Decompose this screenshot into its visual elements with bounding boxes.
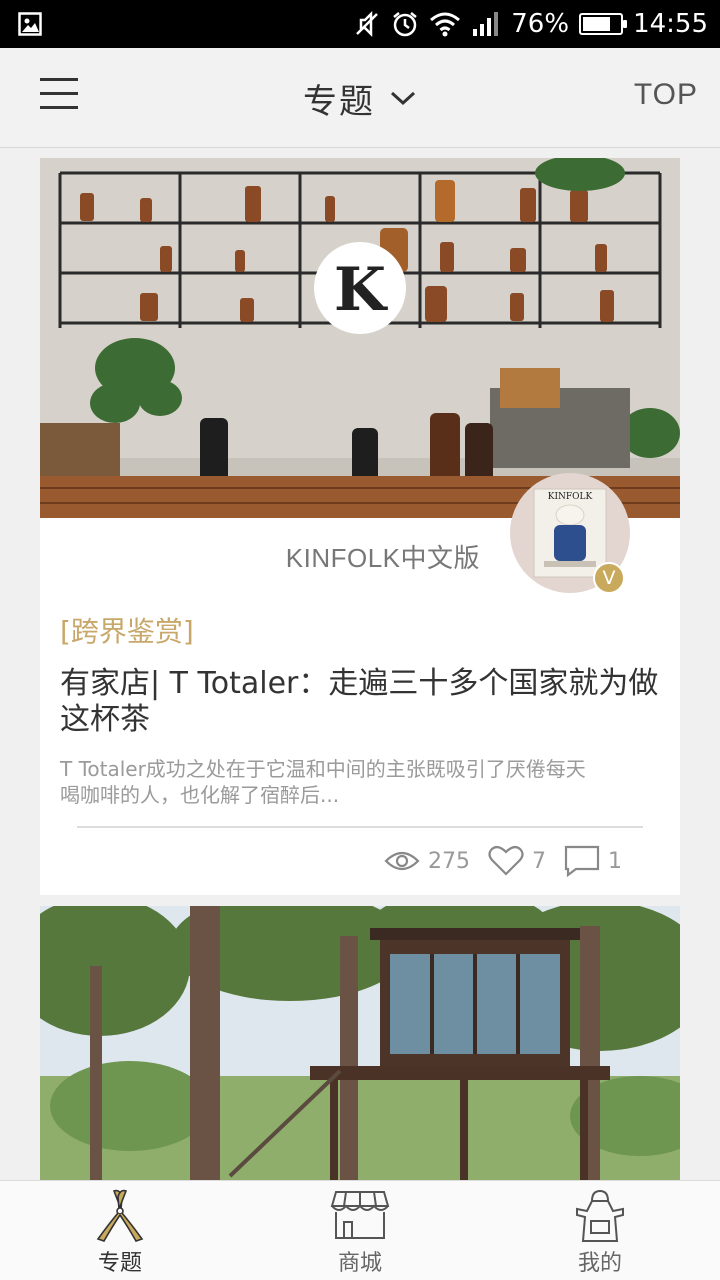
title-dropdown[interactable]: 专题 <box>0 48 720 148</box>
apron-icon[interactable] <box>573 1187 627 1243</box>
heart-icon[interactable] <box>488 845 524 877</box>
status-bar: 76% 14:55 <box>0 0 720 48</box>
article-feed[interactable]: K KINFOLK中文版 KINFOLK V [跨界鉴赏] 有家店| T Tot… <box>0 149 720 1180</box>
nav-item-topics[interactable]: 专题 <box>0 1181 240 1280</box>
status-icons: 76% 14:55 <box>353 0 708 48</box>
avatar-magazine-text: KINFOLK <box>548 492 593 502</box>
comments-count: 1 <box>608 848 622 874</box>
nav-label-topics[interactable]: 专题 <box>98 1245 142 1277</box>
article-card[interactable] <box>40 906 680 1180</box>
app-header: 专题 TOP <box>0 48 720 148</box>
alarm-icon <box>393 12 418 37</box>
gallery-icon <box>18 12 42 36</box>
page-title[interactable]: 专题 <box>303 74 375 123</box>
views-count: 275 <box>428 848 470 874</box>
likes-count: 7 <box>532 848 546 874</box>
comment-icon[interactable] <box>564 845 600 877</box>
chevron-down-icon[interactable] <box>389 88 417 108</box>
wifi-icon <box>430 12 461 37</box>
top-button[interactable]: TOP <box>634 78 698 112</box>
article-stats: 275 7 1 <box>366 844 622 878</box>
category-tag[interactable]: [跨界鉴赏] <box>60 610 194 650</box>
nav-label-shop[interactable]: 商城 <box>338 1245 382 1277</box>
divider <box>77 826 643 828</box>
article-cover-image[interactable]: K <box>40 158 680 518</box>
article-title[interactable]: 有家店| T Totaler：走遍三十多个国家就为做这杯茶 <box>60 666 665 738</box>
mute-icon <box>356 10 379 38</box>
nav-label-mine[interactable]: 我的 <box>578 1245 622 1277</box>
article-card[interactable]: K KINFOLK中文版 KINFOLK V [跨界鉴赏] 有家店| T Tot… <box>40 158 680 895</box>
views-stat: 275 <box>384 849 470 874</box>
battery-level <box>583 17 611 31</box>
nav-item-shop[interactable]: 商城 <box>240 1181 480 1280</box>
bottom-nav: 专题 商城 我的 <box>0 1180 720 1280</box>
battery-icon <box>579 13 628 35</box>
likes-stat[interactable]: 7 <box>488 845 546 877</box>
eye-icon <box>384 851 420 871</box>
comments-stat[interactable]: 1 <box>564 845 622 877</box>
author-name[interactable]: KINFOLK中文版 <box>286 538 480 575</box>
article-cover-image[interactable] <box>40 906 680 1180</box>
cover-logo-letter: K <box>334 255 388 325</box>
signal-icon <box>473 12 499 36</box>
verified-badge: V <box>593 562 625 594</box>
nav-item-mine[interactable]: 我的 <box>480 1181 720 1280</box>
pruning-shears-icon[interactable] <box>94 1187 146 1243</box>
article-summary: T Totaler成功之处在于它温和中间的主张既吸引了厌倦每天喝咖啡的人，也化解… <box>60 757 586 807</box>
battery-percent: 76% <box>511 9 570 39</box>
storefront-icon[interactable] <box>330 1188 390 1242</box>
clock-time: 14:55 <box>633 9 708 39</box>
